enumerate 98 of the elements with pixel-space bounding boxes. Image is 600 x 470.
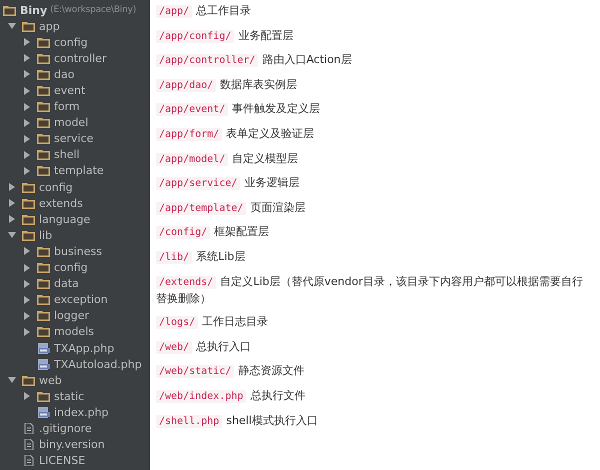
expanded-arrow-icon[interactable]: [8, 231, 16, 240]
directory-description: /web/ 总执行入口: [156, 338, 592, 356]
tree-item-label[interactable]: biny.version: [39, 438, 105, 452]
tree-item-label[interactable]: controller: [54, 52, 106, 65]
tree-item-label[interactable]: TXApp.php: [54, 342, 114, 355]
tree-item-label[interactable]: web: [39, 374, 62, 387]
folder-icon: [37, 278, 50, 290]
tree-item-label[interactable]: app: [39, 20, 60, 33]
collapsed-arrow-icon[interactable]: [23, 166, 31, 175]
folder-icon: [37, 165, 50, 176]
collapsed-arrow-icon[interactable]: [23, 150, 31, 159]
tree-item-label[interactable]: business: [54, 244, 102, 258]
folder-icon: [37, 36, 50, 48]
collapsed-arrow-icon[interactable]: [23, 102, 31, 111]
project-name[interactable]: Biny: [20, 4, 48, 17]
directory-description: /app/controller/ 路由入口Action层: [156, 52, 592, 70]
tree-item-label[interactable]: config: [54, 36, 88, 49]
collapsed-arrow-icon[interactable]: [23, 247, 31, 256]
directory-description: /extends/ 自定义Lib层（替代原vendor目录，该目录下内容用户都可以根据需要自行替换删除）: [156, 274, 584, 307]
tree-item-label[interactable]: static: [54, 390, 84, 403]
folder-icon: [22, 374, 35, 386]
tree-item-label[interactable]: logger: [54, 309, 90, 322]
directory-description: /app/event/ 事件触发及定义层: [156, 101, 592, 118]
collapsed-arrow-icon[interactable]: [23, 134, 31, 143]
tree-item-label[interactable]: config: [54, 261, 88, 274]
php-file-icon: [37, 358, 50, 370]
folder-icon: [22, 230, 35, 241]
folder-icon: [22, 20, 35, 32]
directory-description: /app/template/ 页面渲染层: [156, 200, 592, 217]
folder-icon: [37, 310, 50, 322]
folder-icon: [37, 85, 50, 96]
collapsed-arrow-icon[interactable]: [23, 392, 31, 400]
folder-icon: [37, 246, 50, 257]
folder-icon: [37, 101, 50, 112]
folder-icon: [37, 52, 50, 64]
folder-icon: [37, 68, 50, 80]
file-icon: [22, 422, 35, 434]
directory-description: /app/dao/ 数据库表实例层: [156, 76, 592, 94]
tree-item-label[interactable]: event: [54, 84, 86, 98]
tree-item-label[interactable]: data: [54, 277, 79, 290]
tree-item-label[interactable]: shell: [54, 148, 80, 162]
folder-icon: [3, 4, 16, 16]
collapsed-arrow-icon[interactable]: [23, 280, 31, 288]
folder-icon: [37, 133, 50, 144]
tree-item-label[interactable]: model: [54, 116, 88, 130]
directory-description: /shell.php shell模式执行入口: [156, 412, 592, 430]
tree-item-label[interactable]: models: [54, 325, 94, 338]
folder-icon: [37, 117, 50, 128]
tree-item-label[interactable]: exception: [54, 293, 108, 306]
directory-description: /web/static/ 静态资源文件: [156, 363, 592, 380]
collapsed-arrow-icon[interactable]: [23, 312, 31, 320]
expanded-arrow-icon[interactable]: [8, 22, 16, 30]
directory-description: /app/service/ 业务逻辑层: [156, 175, 592, 192]
folder-icon: [37, 149, 50, 160]
php-file-icon: [37, 342, 50, 354]
directory-description: /app/form/ 表单定义及验证层: [156, 126, 592, 143]
tree-item-label[interactable]: service: [54, 132, 94, 146]
collapsed-arrow-icon[interactable]: [23, 296, 31, 304]
folder-icon: [37, 390, 50, 402]
collapsed-arrow-icon[interactable]: [23, 86, 31, 95]
tree-item-label[interactable]: index.php: [54, 406, 109, 419]
collapsed-arrow-icon[interactable]: [8, 215, 16, 224]
directory-description: /lib/ 系统Lib层: [156, 248, 592, 266]
directory-description: /app/model/ 自定义模型层: [156, 150, 592, 168]
directory-description: /app/ 总工作目录: [156, 3, 592, 20]
collapsed-arrow-icon[interactable]: [23, 118, 31, 127]
project-path: (E:\workspace\Biny): [50, 5, 136, 16]
directory-description: /logs/ 工作日志目录: [156, 314, 592, 332]
collapsed-arrow-icon[interactable]: [23, 70, 31, 78]
tree-item-label[interactable]: form: [54, 100, 80, 114]
folder-icon: [22, 182, 35, 193]
tree-item-label[interactable]: .gitignore: [39, 422, 92, 435]
collapsed-arrow-icon[interactable]: [23, 54, 31, 62]
file-icon: [22, 439, 35, 450]
file-icon: [22, 455, 35, 466]
directory-description: /config/ 框架配置层: [156, 224, 592, 242]
folder-icon: [37, 294, 50, 306]
folder-icon: [22, 198, 35, 209]
expanded-arrow-icon[interactable]: [8, 376, 16, 384]
tree-item-label[interactable]: lib: [39, 228, 52, 242]
collapsed-arrow-icon[interactable]: [23, 328, 31, 336]
tree-item-label[interactable]: extends: [39, 196, 83, 210]
tree-item-label[interactable]: dao: [54, 68, 74, 81]
tree-item-label[interactable]: TXAutoload.php: [54, 358, 142, 371]
tree-item-label[interactable]: template: [54, 164, 104, 178]
folder-icon: [22, 214, 35, 225]
collapsed-arrow-icon[interactable]: [23, 264, 31, 272]
folder-icon: [37, 326, 50, 338]
tree-item-label[interactable]: config: [39, 180, 73, 194]
tree-item-label[interactable]: language: [39, 212, 90, 226]
collapsed-arrow-icon[interactable]: [8, 183, 16, 192]
collapsed-arrow-icon[interactable]: [8, 199, 16, 208]
directory-description: /app/config/ 业务配置层: [156, 28, 592, 45]
collapsed-arrow-icon[interactable]: [23, 38, 31, 46]
php-file-icon: [37, 406, 50, 418]
folder-icon: [37, 262, 50, 274]
tree-item-label[interactable]: LICENSE: [39, 454, 86, 468]
directory-description: /web/index.php 总执行文件: [156, 388, 592, 405]
